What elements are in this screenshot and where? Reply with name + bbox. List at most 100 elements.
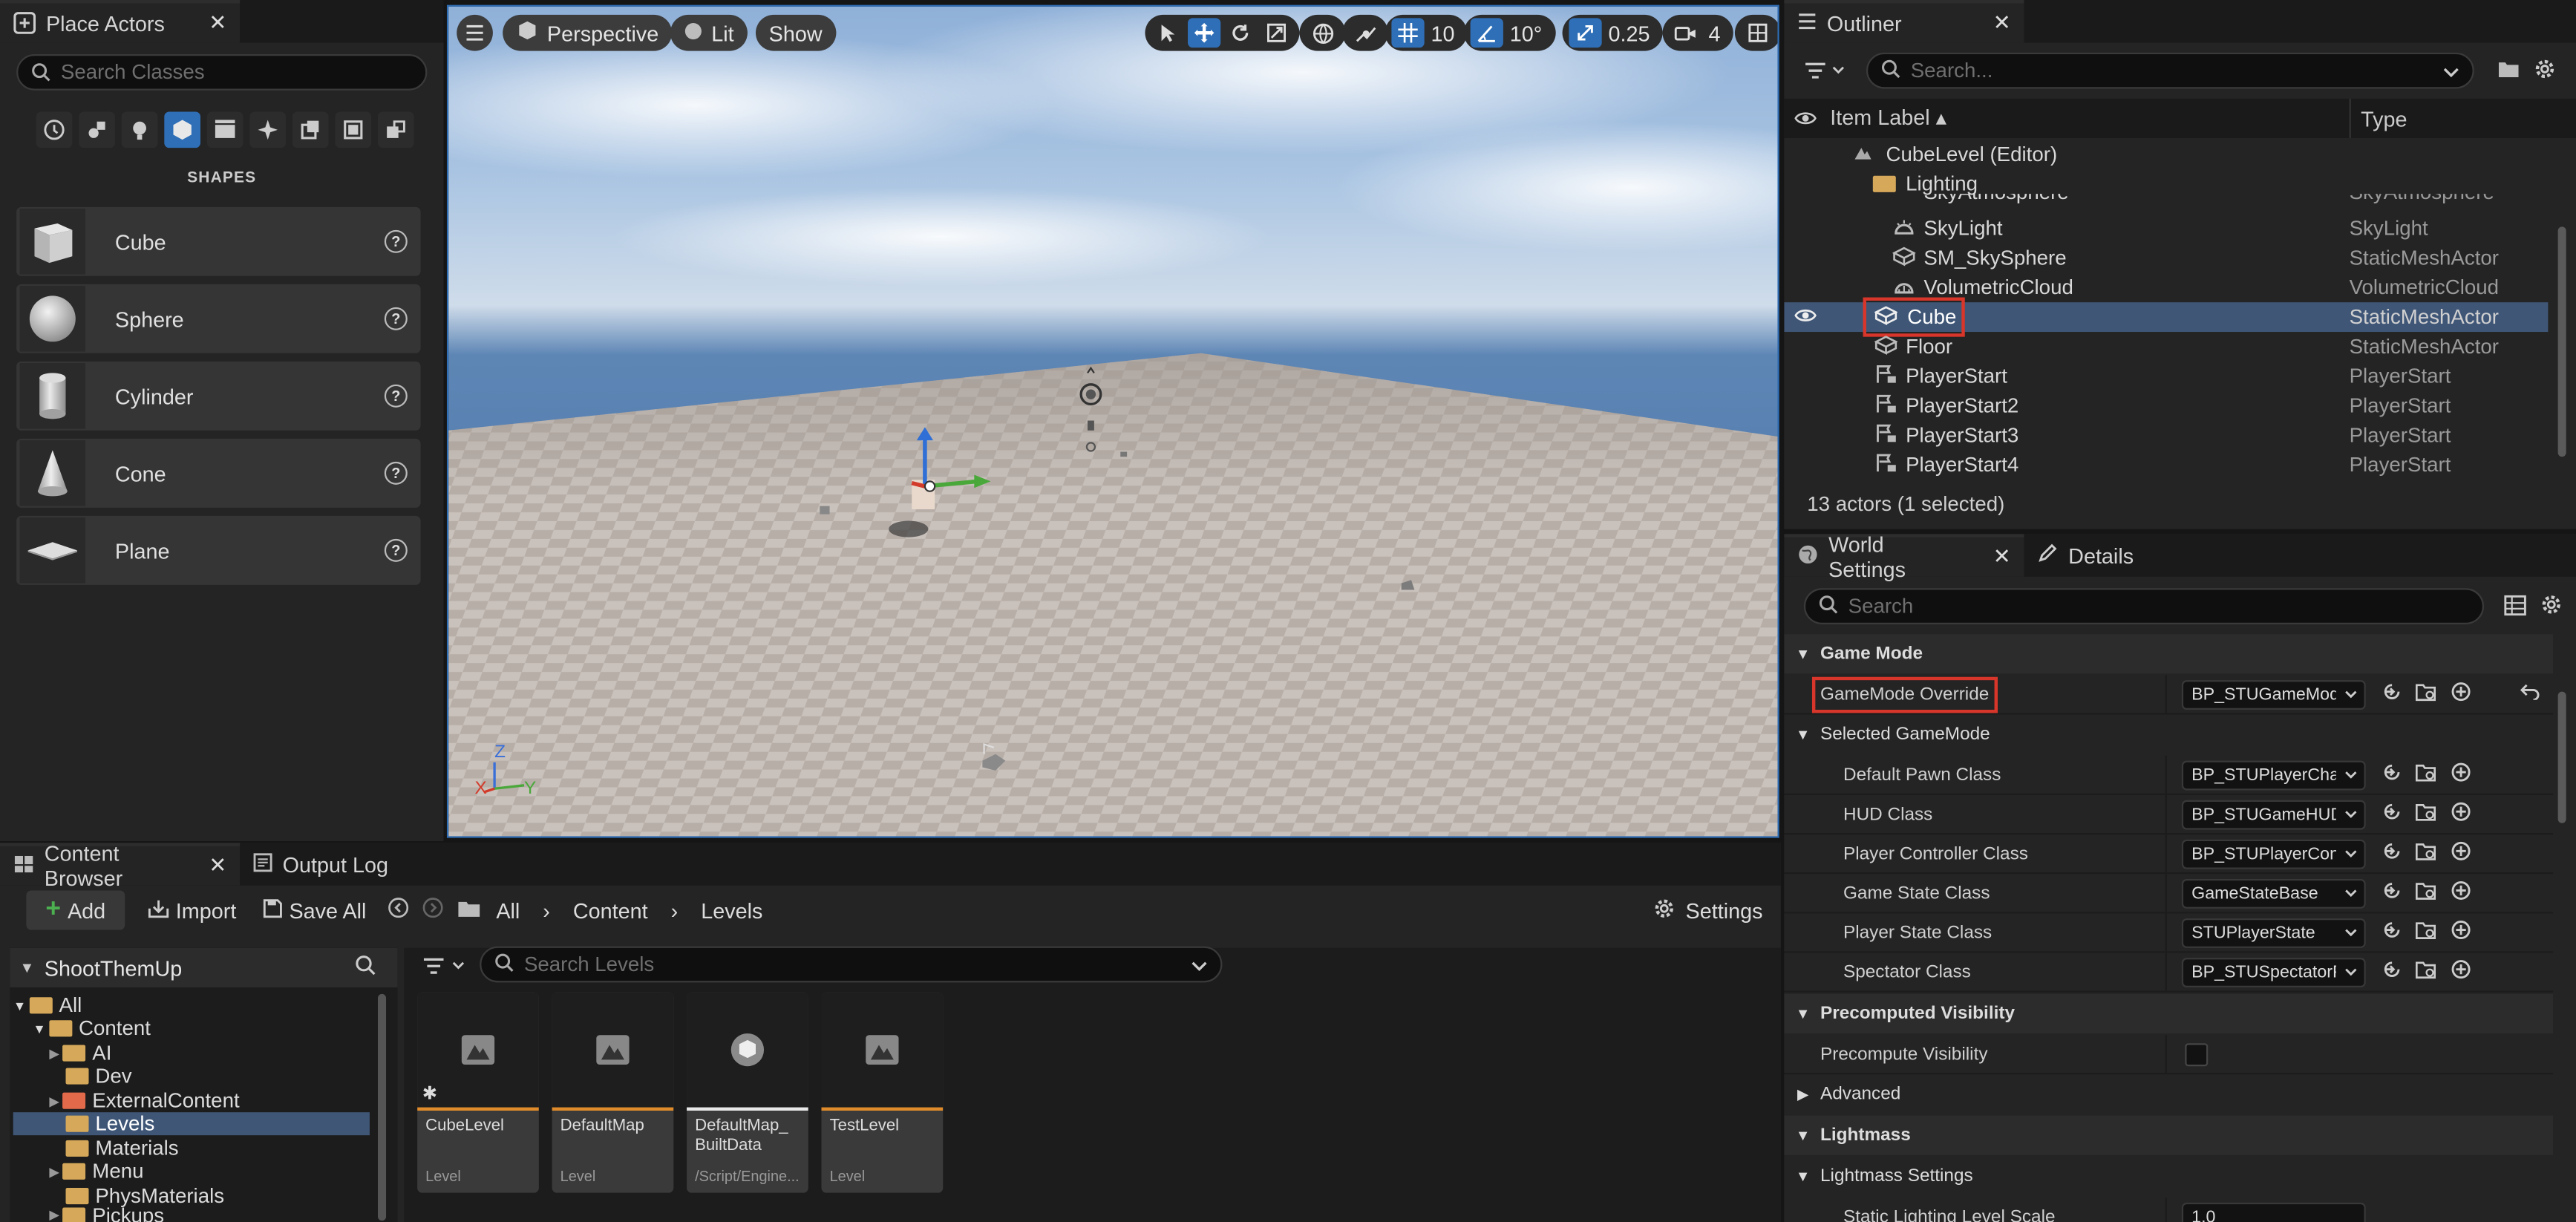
precompute-visibility-checkbox[interactable] [2185, 1042, 2209, 1066]
camera-speed-value[interactable]: 4 [1705, 21, 1727, 45]
filter-icon[interactable] [422, 956, 468, 981]
output-log-tab[interactable]: Output Log [240, 843, 402, 886]
use-selected-icon[interactable] [2382, 762, 2402, 787]
game-state-select[interactable]: GameStateBase [2181, 878, 2366, 908]
surface-snap-icon[interactable] [1349, 18, 1382, 48]
section-selected-game-mode[interactable]: ▼ Selected GameMode [1784, 714, 2554, 754]
close-icon[interactable]: ✕ [189, 853, 226, 879]
project-header[interactable]: ▼ ShootThemUp [10, 947, 398, 988]
viewport-menu-button[interactable] [457, 14, 493, 51]
lit-button[interactable]: Lit [670, 14, 748, 51]
table-view-icon[interactable] [2504, 595, 2527, 621]
use-selected-icon[interactable] [2382, 920, 2402, 944]
settings-button[interactable]: Settings [1653, 890, 1763, 929]
details-search-input[interactable] [1848, 595, 2470, 618]
asset-tile-testlevel[interactable]: TestLevel Level [821, 992, 944, 1193]
save-all-button[interactable]: Save All [263, 890, 366, 929]
add-circle-icon[interactable] [2451, 802, 2471, 826]
shape-item-cone[interactable]: Cone ? [16, 438, 421, 508]
shapes-icon[interactable] [164, 111, 200, 148]
col-type[interactable]: Type [2349, 98, 2407, 138]
tree-item-physmaterials[interactable]: PhysMaterials [13, 1185, 370, 1208]
maximize-icon[interactable] [1742, 18, 1774, 48]
add-circle-icon[interactable] [2451, 959, 2471, 984]
back-arrow-icon[interactable] [388, 897, 409, 923]
breadcrumb-levels[interactable]: Levels [701, 898, 762, 922]
breadcrumb-content[interactable]: Content [573, 898, 648, 922]
tree-item-pickups[interactable]: ▶ Pickups [13, 1207, 370, 1222]
scale-icon[interactable] [1260, 18, 1292, 48]
add-circle-icon[interactable] [2451, 762, 2471, 787]
asset-search-box[interactable] [480, 946, 1223, 983]
tree-row-level[interactable]: CubeLevel (Editor) [1784, 140, 2548, 169]
add-circle-icon[interactable] [2451, 841, 2471, 866]
forward-arrow-icon[interactable] [422, 897, 444, 923]
search-icon[interactable] [355, 955, 376, 981]
use-selected-icon[interactable] [2382, 880, 2402, 905]
import-button[interactable]: Import [148, 890, 236, 929]
tree-item-ai[interactable]: ▶ AI [13, 1042, 370, 1065]
browse-folder-icon[interactable] [2415, 762, 2438, 787]
spectator-select[interactable]: BP_STUSpectatorPawn [2181, 957, 2366, 987]
grid-snap-group[interactable]: 10 [1385, 14, 1468, 51]
close-icon[interactable]: ✕ [189, 10, 226, 36]
browse-folder-icon[interactable] [2415, 682, 2438, 706]
recent-icon[interactable] [36, 111, 73, 148]
section-advanced[interactable]: ▶ Advanced [1784, 1074, 2554, 1114]
shape-item-sphere[interactable]: Sphere ? [16, 284, 421, 353]
outliner-scrollbar[interactable] [2557, 226, 2566, 457]
outliner-tab[interactable]: Outliner ✕ [1784, 0, 2024, 43]
add-circle-icon[interactable] [2451, 880, 2471, 905]
use-selected-icon[interactable] [2382, 959, 2402, 984]
details-scrollbar[interactable] [2557, 691, 2566, 823]
grid-icon[interactable] [1391, 18, 1425, 48]
add-folder-icon[interactable] [2497, 59, 2520, 84]
details-tab[interactable]: Details [2024, 534, 2146, 577]
scale-snap-value[interactable]: 0.25 [1605, 21, 1656, 45]
tree-item-materials[interactable]: Materials [13, 1137, 370, 1160]
translate-icon[interactable] [1187, 18, 1221, 48]
tree-row-actor[interactable]: PlayerStart4 PlayerStart [1784, 450, 2548, 480]
asset-tile-cubelevel[interactable]: ✱ CubeLevel Level [417, 992, 539, 1193]
level-viewport[interactable]: Z X Y Perspective Lit Show 10 10° 0.25 4 [446, 4, 1779, 838]
cinematic-icon[interactable] [206, 111, 243, 148]
tree-row-actor[interactable]: SM_SkySphere StaticMeshActor [1784, 244, 2548, 273]
section-precomputed-visibility[interactable]: ▼ Precomputed Visibility [1784, 993, 2554, 1033]
all-classes-icon[interactable] [335, 111, 372, 148]
help-icon[interactable]: ? [384, 229, 408, 253]
browse-folder-icon[interactable] [2415, 841, 2438, 866]
breadcrumb-all[interactable]: All [496, 898, 520, 922]
volumes-icon[interactable] [292, 111, 329, 148]
tree-item-all[interactable]: ▼ All [13, 994, 370, 1017]
use-selected-icon[interactable] [2382, 802, 2402, 826]
show-button[interactable]: Show [755, 14, 836, 51]
outliner-search-input[interactable] [1910, 59, 2433, 82]
tree-row-actor[interactable]: PlayerStart2 PlayerStart [1784, 391, 2548, 421]
rotation-snap-value[interactable]: 10° [1506, 21, 1549, 45]
details-search-box[interactable] [1803, 588, 2485, 624]
hud-class-select[interactable]: BP_STUGameHUD [2181, 799, 2366, 829]
tree-row-actor[interactable]: PlayerStart PlayerStart [1784, 362, 2548, 391]
outliner-search-box[interactable] [1866, 52, 2474, 89]
class-search-box[interactable] [16, 54, 428, 91]
angle-icon[interactable] [1470, 18, 1503, 48]
shape-item-plane[interactable]: Plane ? [16, 515, 421, 585]
asset-tile-defaultmap-builtdata[interactable]: DefaultMap_ BuiltData /Script/Engine... [687, 992, 808, 1193]
tree-item-externalcontent[interactable]: ▶ ExternalContent [13, 1089, 370, 1112]
gear-icon[interactable] [2540, 593, 2563, 621]
asset-search-input[interactable] [523, 953, 1182, 976]
tree-item-levels[interactable]: Levels [13, 1112, 370, 1136]
add-circle-icon[interactable] [2451, 920, 2471, 944]
globe-icon[interactable] [1306, 18, 1338, 48]
shape-item-cylinder[interactable]: Cylinder ? [16, 361, 421, 431]
reset-arrow-icon[interactable] [2520, 684, 2540, 705]
lights-icon[interactable] [121, 111, 158, 148]
scale-snap-group[interactable]: 0.25 [1562, 14, 1664, 51]
help-icon[interactable]: ? [384, 384, 408, 408]
section-game-mode[interactable]: ▼ Game Mode [1784, 634, 2554, 674]
sources-scrollbar[interactable] [377, 993, 387, 1221]
content-browser-tab[interactable]: Content Browser ✕ [0, 843, 241, 890]
basic-icon[interactable] [79, 111, 115, 148]
geometry-icon[interactable] [377, 111, 414, 148]
camera-icon[interactable] [1669, 18, 1701, 48]
